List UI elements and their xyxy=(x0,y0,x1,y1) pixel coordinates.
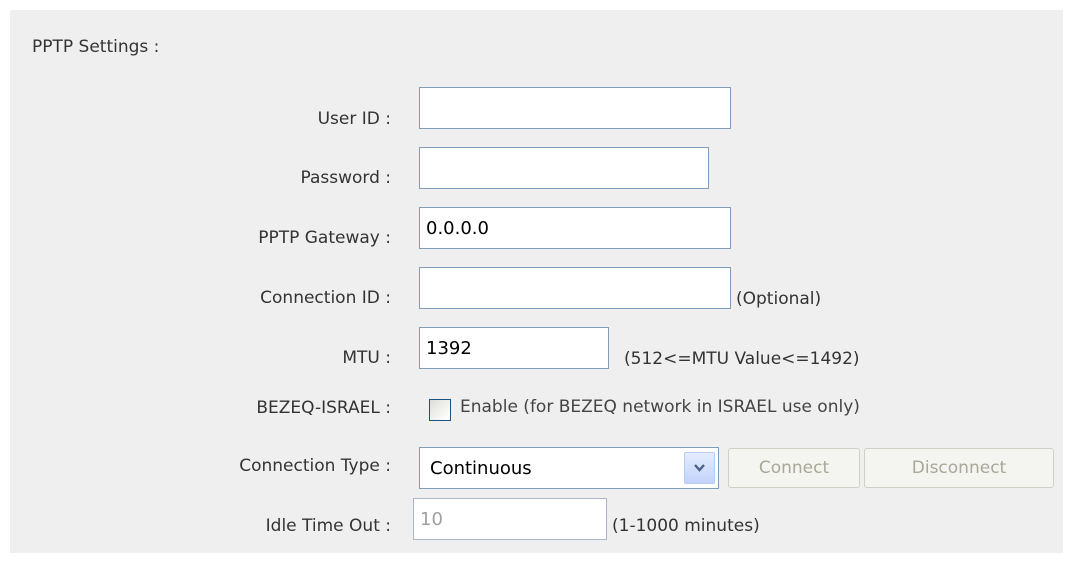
pptp-settings-panel: PPTP Settings : User ID : Password : PPT… xyxy=(10,10,1063,553)
connection-id-label: Connection ID : xyxy=(260,288,391,308)
pptp-gateway-input[interactable] xyxy=(419,207,731,249)
section-title: PPTP Settings : xyxy=(32,37,160,57)
bezeq-enable-checkbox[interactable] xyxy=(429,399,451,421)
connection-type-select[interactable]: Continuous xyxy=(419,447,719,489)
bezeq-israel-label: BEZEQ-ISRAEL : xyxy=(256,398,391,418)
password-input[interactable] xyxy=(419,147,709,189)
mtu-label: MTU : xyxy=(342,348,391,368)
user-id-input[interactable] xyxy=(419,87,731,129)
mtu-input[interactable] xyxy=(419,327,609,369)
bezeq-enable-label[interactable]: Enable (for BEZEQ network in ISRAEL use … xyxy=(460,397,860,417)
mtu-hint: (512<=MTU Value<=1492) xyxy=(624,349,860,369)
connection-id-hint: (Optional) xyxy=(736,289,822,309)
connection-id-input[interactable] xyxy=(419,267,731,309)
idle-time-out-label: Idle Time Out : xyxy=(265,516,391,536)
disconnect-button[interactable]: Disconnect xyxy=(864,448,1054,488)
connection-type-label: Connection Type : xyxy=(239,456,391,476)
password-label: Password : xyxy=(300,168,391,188)
user-id-label: User ID : xyxy=(317,109,391,129)
idle-time-out-hint: (1-1000 minutes) xyxy=(612,516,760,536)
connection-type-value: Continuous xyxy=(430,458,532,479)
pptp-gateway-label: PPTP Gateway : xyxy=(258,228,391,248)
chevron-down-icon[interactable] xyxy=(684,452,715,484)
connect-button[interactable]: Connect xyxy=(728,448,860,488)
idle-time-out-input[interactable] xyxy=(413,498,607,540)
